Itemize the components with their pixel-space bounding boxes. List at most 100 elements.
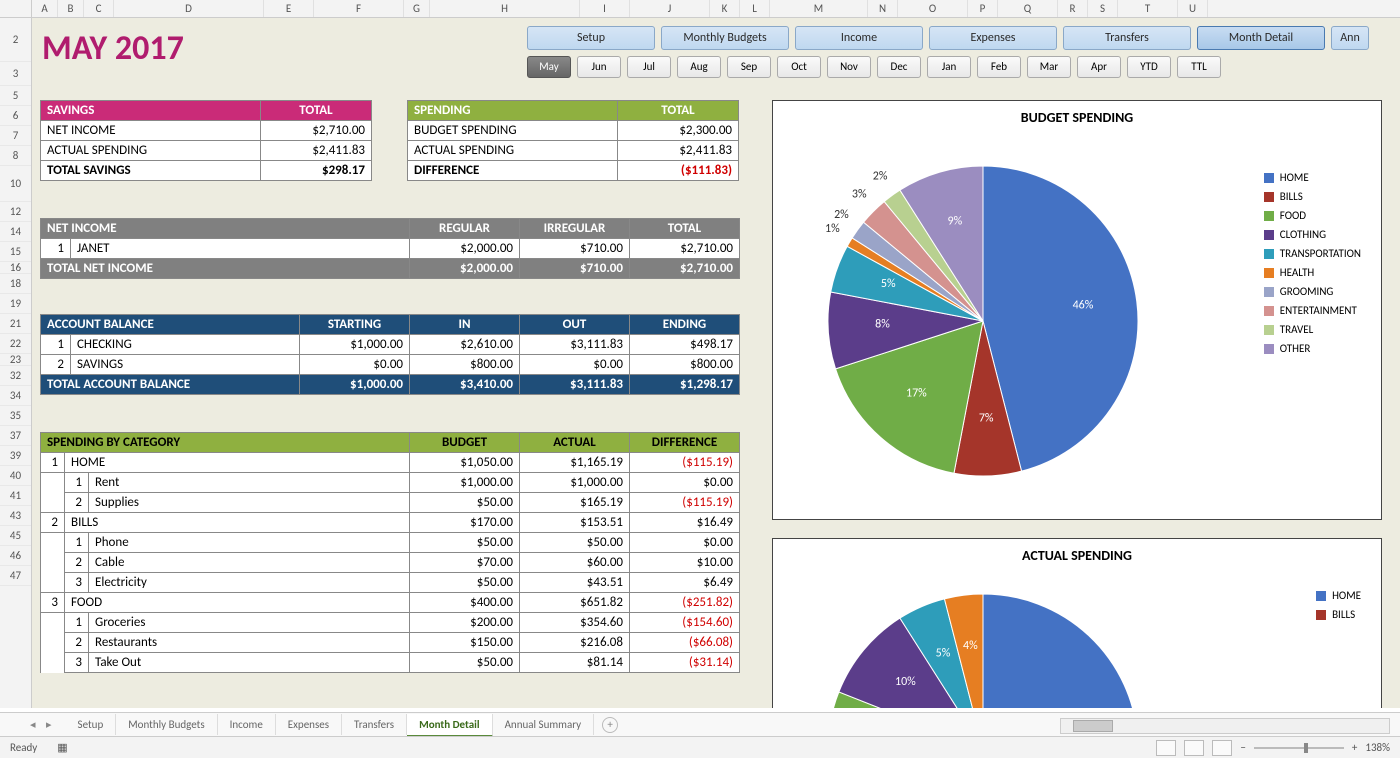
column-header-D[interactable]: D xyxy=(114,0,264,17)
row-header-22[interactable]: 22 xyxy=(0,334,31,354)
row-header-43[interactable]: 43 xyxy=(0,506,31,526)
month-nov[interactable]: Nov xyxy=(827,56,871,78)
row-header-12[interactable]: 12 xyxy=(0,202,31,222)
row-header-46[interactable]: 46 xyxy=(0,546,31,566)
svg-text:5%: 5% xyxy=(936,647,951,661)
sheet-tab-income[interactable]: Income xyxy=(218,714,276,735)
zoom-level[interactable]: 138% xyxy=(1365,741,1390,754)
column-header-M[interactable]: M xyxy=(770,0,868,17)
macro-record-icon[interactable]: ▦ xyxy=(57,741,67,754)
budget-spending-chart[interactable]: BUDGET SPENDING 46%7%17%8%5%1%2%3%2%9% H… xyxy=(772,100,1382,520)
column-header-E[interactable]: E xyxy=(264,0,314,17)
view-pagebreak-button[interactable] xyxy=(1212,740,1232,756)
horizontal-scrollbar[interactable] xyxy=(1060,718,1390,734)
balance-table: ACCOUNT BALANCESTARTINGINOUTENDING 1CHEC… xyxy=(40,314,740,395)
column-header-O[interactable]: O xyxy=(898,0,968,17)
month-jul[interactable]: Jul xyxy=(627,56,671,78)
svg-text:17%: 17% xyxy=(906,387,927,401)
zoom-in-button[interactable]: + xyxy=(1352,741,1357,754)
month-may[interactable]: May xyxy=(527,56,571,78)
zoom-out-button[interactable]: − xyxy=(1240,741,1245,754)
column-header-T[interactable]: T xyxy=(1118,0,1178,17)
month-ytd[interactable]: YTD xyxy=(1127,56,1171,78)
row-header-39[interactable]: 39 xyxy=(0,446,31,466)
svg-text:46%: 46% xyxy=(1073,298,1094,312)
nav-setup[interactable]: Setup xyxy=(527,26,655,50)
column-header-F[interactable]: F xyxy=(314,0,404,17)
column-header-C[interactable]: C xyxy=(84,0,114,17)
month-ttl[interactable]: TTL xyxy=(1177,56,1221,78)
row-header-34[interactable]: 34 xyxy=(0,386,31,406)
row-header-3[interactable]: 3 xyxy=(0,62,31,86)
nav-ann[interactable]: Ann xyxy=(1331,26,1369,50)
month-oct[interactable]: Oct xyxy=(777,56,821,78)
column-header-G[interactable]: G xyxy=(404,0,430,17)
column-header-H[interactable]: H xyxy=(430,0,580,17)
column-header-A[interactable]: A xyxy=(32,0,58,17)
add-sheet-button[interactable]: + xyxy=(602,717,618,733)
month-jun[interactable]: Jun xyxy=(577,56,621,78)
row-header-41[interactable]: 41 xyxy=(0,486,31,506)
row-header-16[interactable]: 16 xyxy=(0,262,31,274)
month-aug[interactable]: Aug xyxy=(677,56,721,78)
row-header-2[interactable]: 2 xyxy=(0,18,31,62)
sheet-tab-setup[interactable]: Setup xyxy=(66,714,117,735)
row-header-40[interactable]: 40 xyxy=(0,466,31,486)
actual-spending-chart[interactable]: ACTUAL SPENDING 48%6%27%10%5%4% HOMEBILL… xyxy=(772,538,1382,708)
column-header-I[interactable]: I xyxy=(580,0,630,17)
column-header-L[interactable]: L xyxy=(740,0,770,17)
sheet-tab-month-detail[interactable]: Month Detail xyxy=(407,714,492,737)
sheet-tab-monthly-budgets[interactable]: Monthly Budgets xyxy=(116,714,217,735)
view-pagelayout-button[interactable] xyxy=(1184,740,1204,756)
column-header-J[interactable]: J xyxy=(630,0,710,17)
savings-table: SAVINGSTOTAL NET INCOME$2,710.00 ACTUAL … xyxy=(40,100,372,181)
nav-transfers[interactable]: Transfers xyxy=(1063,26,1191,50)
month-sep[interactable]: Sep xyxy=(727,56,771,78)
row-header-45[interactable]: 45 xyxy=(0,526,31,546)
month-apr[interactable]: Apr xyxy=(1077,56,1121,78)
column-header-U[interactable]: U xyxy=(1178,0,1208,17)
column-header-Q[interactable]: Q xyxy=(998,0,1058,17)
column-header-P[interactable]: P xyxy=(968,0,998,17)
sheet-tab-expenses[interactable]: Expenses xyxy=(276,714,342,735)
row-header-7[interactable]: 7 xyxy=(0,126,31,146)
nav-month-detail[interactable]: Month Detail xyxy=(1197,26,1325,50)
row-header-10[interactable]: 10 xyxy=(0,166,31,202)
nav-expenses[interactable]: Expenses xyxy=(929,26,1057,50)
month-dec[interactable]: Dec xyxy=(877,56,921,78)
worksheet[interactable]: MAY 2017 SetupMonthly BudgetsIncomeExpen… xyxy=(32,18,1400,708)
row-header-19[interactable]: 19 xyxy=(0,294,31,314)
month-mar[interactable]: Mar xyxy=(1027,56,1071,78)
row-header-15[interactable]: 15 xyxy=(0,242,31,262)
row-header-8[interactable]: 8 xyxy=(0,146,31,166)
row-header-14[interactable]: 14 xyxy=(0,222,31,242)
row-header-32[interactable]: 32 xyxy=(0,366,31,386)
nav-income[interactable]: Income xyxy=(795,26,923,50)
column-header-R[interactable]: R xyxy=(1058,0,1088,17)
month-feb[interactable]: Feb xyxy=(977,56,1021,78)
column-header-B[interactable]: B xyxy=(58,0,84,17)
zoom-slider[interactable] xyxy=(1254,747,1344,749)
row-header-18[interactable]: 18 xyxy=(0,274,31,294)
svg-text:9%: 9% xyxy=(948,214,963,228)
column-header-N[interactable]: N xyxy=(868,0,898,17)
row-header-21[interactable]: 21 xyxy=(0,314,31,334)
status-ready: Ready xyxy=(10,741,37,754)
column-header-S[interactable]: S xyxy=(1088,0,1118,17)
row-header-37[interactable]: 37 xyxy=(0,426,31,446)
sheet-tab-annual-summary[interactable]: Annual Summary xyxy=(493,714,595,735)
category-item-row: 1Groceries$200.00$354.60($154.60) xyxy=(41,613,740,633)
sheet-tab-transfers[interactable]: Transfers xyxy=(342,714,407,735)
row-header-23[interactable]: 23 xyxy=(0,354,31,366)
row-header-5[interactable]: 5 xyxy=(0,86,31,106)
month-jan[interactable]: Jan xyxy=(927,56,971,78)
category-item-row: 2Restaurants$150.00$216.08($66.08) xyxy=(41,633,740,653)
row-header-35[interactable]: 35 xyxy=(0,406,31,426)
select-all-corner[interactable] xyxy=(0,0,32,17)
nav-monthly-budgets[interactable]: Monthly Budgets xyxy=(661,26,789,50)
row-header-6[interactable]: 6 xyxy=(0,106,31,126)
column-header-K[interactable]: K xyxy=(710,0,740,17)
view-normal-button[interactable] xyxy=(1156,740,1176,756)
row-header-47[interactable]: 47 xyxy=(0,566,31,586)
tab-nav-arrows[interactable]: ◂ ▸ xyxy=(30,718,56,731)
